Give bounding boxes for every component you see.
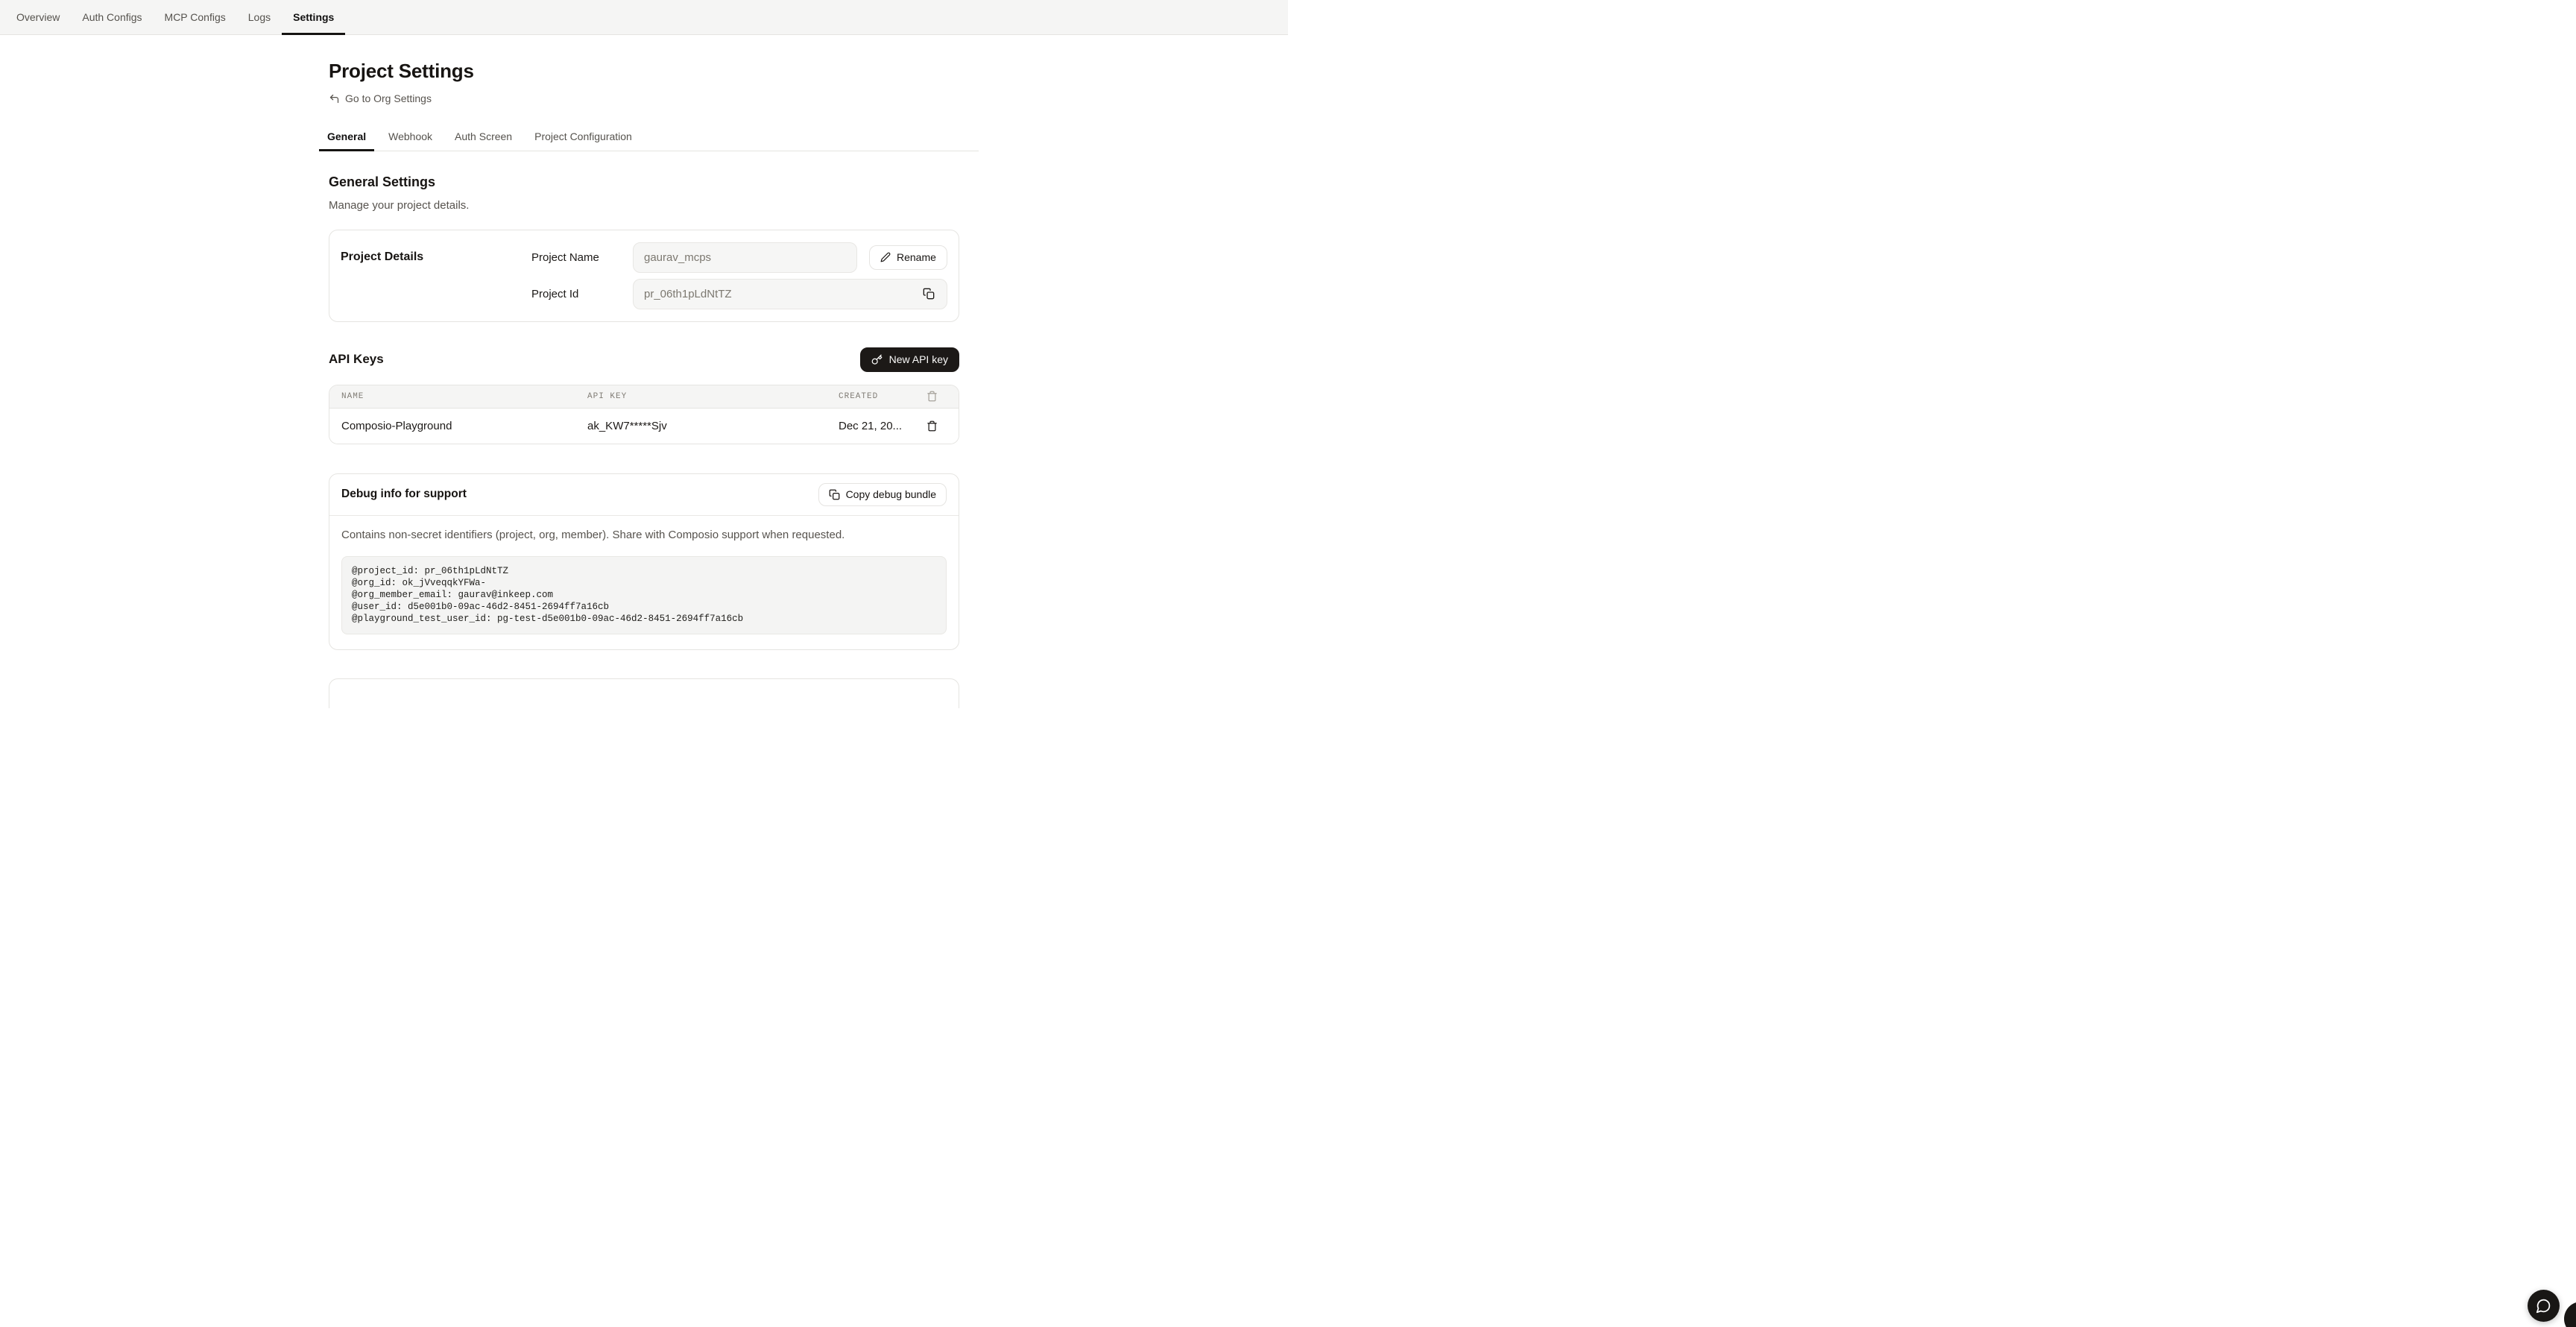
delete-api-key-button[interactable] <box>917 419 947 433</box>
nav-item-logs[interactable]: Logs <box>237 0 282 34</box>
project-id-value: pr_06th1pLdNtTZ <box>644 288 732 300</box>
general-settings-heading: General Settings <box>329 174 959 190</box>
corner-up-left-icon <box>329 93 340 104</box>
copy-project-id-button[interactable] <box>921 286 936 301</box>
column-header-name: NAME <box>341 392 587 401</box>
chat-launcher-button[interactable] <box>2528 1290 2560 1322</box>
project-details-card: Project Details Project Name gaurav_mcps… <box>329 230 959 322</box>
project-name-value: gaurav_mcps <box>644 251 711 264</box>
debug-bundle-code-block: @project_id: pr_06th1pLdNtTZ@org_id: ok_… <box>341 556 947 634</box>
rename-button-label: Rename <box>897 251 936 263</box>
org-settings-link[interactable]: Go to Org Settings <box>329 92 432 104</box>
tab-auth-screen[interactable]: Auth Screen <box>446 130 520 151</box>
org-settings-link-label: Go to Org Settings <box>345 92 432 104</box>
api-key-name-cell: Composio-Playground <box>341 420 587 432</box>
debug-info-card: Debug info for support Copy debug bundle… <box>329 473 959 650</box>
code-line: @playground_test_user_id: pg-test-d5e001… <box>352 613 936 625</box>
copy-debug-bundle-label: Copy debug bundle <box>846 488 936 500</box>
debug-info-title: Debug info for support <box>341 488 467 501</box>
project-id-label: Project Id <box>531 288 633 300</box>
page-title: Project Settings <box>329 60 959 83</box>
api-key-table-row: Composio-Playground ak_KW7*****Sjv Dec 2… <box>329 409 959 444</box>
api-keys-heading: API Keys <box>329 352 384 367</box>
project-name-input[interactable]: gaurav_mcps <box>633 242 857 273</box>
top-nav: Overview Auth Configs MCP Configs Logs S… <box>0 0 1288 35</box>
nav-item-overview[interactable]: Overview <box>16 0 71 34</box>
main-content: Project Settings Go to Org Settings Gene… <box>0 60 1288 708</box>
code-line: @user_id: d5e001b0-09ac-46d2-8451-2694ff… <box>352 601 936 613</box>
api-key-created-cell: Dec 21, 20... <box>839 420 917 432</box>
trash-icon <box>926 420 938 432</box>
api-keys-table-header: NAME API KEY CREATED <box>329 385 959 409</box>
project-id-field: pr_06th1pLdNtTZ <box>633 279 947 309</box>
general-settings-subheading: Manage your project details. <box>329 199 959 212</box>
nav-item-settings[interactable]: Settings <box>282 0 345 34</box>
edge-widget-button[interactable] <box>2564 1302 2576 1327</box>
message-circle-icon <box>2536 1298 2551 1314</box>
next-section-card <box>329 678 959 708</box>
copy-debug-bundle-button[interactable]: Copy debug bundle <box>818 483 947 506</box>
rename-button[interactable]: Rename <box>869 245 947 270</box>
project-details-title: Project Details <box>341 242 531 273</box>
new-api-key-label: New API key <box>889 353 948 365</box>
project-name-label: Project Name <box>531 251 633 264</box>
nav-item-mcp-configs[interactable]: MCP Configs <box>154 0 237 34</box>
tab-project-configuration[interactable]: Project Configuration <box>526 130 640 151</box>
project-name-row: Project Name gaurav_mcps Rename <box>531 242 947 273</box>
project-id-row: Project Id pr_06th1pLdNtTZ <box>531 279 947 309</box>
api-key-value-cell: ak_KW7*****Sjv <box>587 420 839 432</box>
code-line: @org_id: ok_jVveqqkYFWa- <box>352 577 936 589</box>
new-api-key-button[interactable]: New API key <box>860 347 959 372</box>
copy-icon <box>923 288 935 300</box>
copy-icon <box>829 489 840 500</box>
code-line: @project_id: pr_06th1pLdNtTZ <box>352 565 936 577</box>
api-keys-table: NAME API KEY CREATED Composio-Playground… <box>329 385 959 444</box>
key-icon <box>871 354 883 365</box>
settings-tabs: General Webhook Auth Screen Project Conf… <box>319 130 979 151</box>
api-keys-header: API Keys New API key <box>329 347 959 372</box>
debug-info-description: Contains non-secret identifiers (project… <box>341 529 947 541</box>
debug-info-header: Debug info for support Copy debug bundle <box>329 474 959 516</box>
tab-general[interactable]: General <box>319 130 374 151</box>
column-header-api-key: API KEY <box>587 392 839 401</box>
tab-webhook[interactable]: Webhook <box>380 130 441 151</box>
trash-icon <box>917 391 947 402</box>
code-line: @org_member_email: gaurav@inkeep.com <box>352 589 936 601</box>
pencil-icon <box>880 252 891 262</box>
nav-item-auth-configs[interactable]: Auth Configs <box>71 0 153 34</box>
column-header-created: CREATED <box>839 392 917 401</box>
